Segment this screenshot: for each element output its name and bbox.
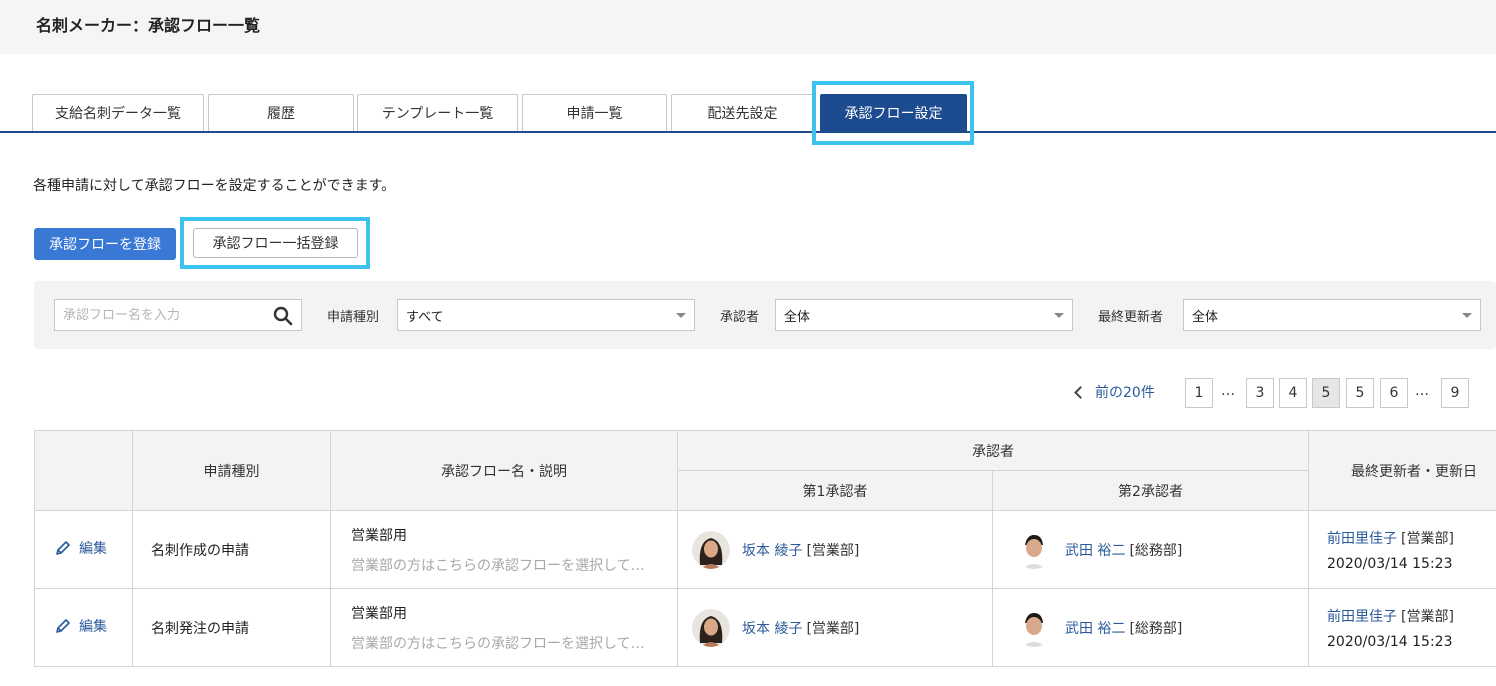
header-edit: [34, 430, 133, 511]
approver-dept: [総務部]: [1129, 620, 1183, 637]
approval-flow-table: 申請種別 承認フロー名・説明 承認者 最終更新者・更新日 第1承認者 第2承認者…: [34, 430, 1496, 667]
updater-filter-select[interactable]: 全体: [1183, 299, 1481, 331]
updater-filter-value: 全体: [1192, 309, 1219, 325]
register-flow-button[interactable]: 承認フローを登録: [34, 228, 176, 260]
avatar: [692, 530, 730, 569]
page-button[interactable]: 3: [1246, 378, 1274, 408]
tabs-underline: [0, 131, 1496, 133]
header-type: 申請種別: [132, 430, 331, 511]
flow-name: 営業部用: [351, 527, 407, 544]
tab-history[interactable]: 履歴: [208, 94, 354, 131]
edit-link[interactable]: 編集: [53, 538, 107, 558]
page-description: 各種申請に対して承認フローを設定することができます。: [33, 178, 396, 194]
avatar: [1015, 530, 1053, 569]
page-title: 名刺メーカー：承認フロー一覧: [36, 16, 261, 35]
bulk-register-button[interactable]: 承認フロー一括登録: [193, 228, 358, 258]
approver-2: 武田 裕二 [総務部]: [993, 608, 1308, 647]
approver-filter-label: 承認者: [720, 310, 760, 325]
approver-dept: [総務部]: [1129, 542, 1183, 559]
approver-name-link[interactable]: 坂本 綾子: [742, 618, 802, 638]
approver-name-link[interactable]: 坂本 綾子: [742, 540, 802, 560]
tab-request-list[interactable]: 申請一覧: [522, 94, 667, 131]
search-icon[interactable]: [273, 306, 293, 326]
chevron-left-icon: [1074, 385, 1087, 399]
pager-prev-label: 前の20件: [1095, 385, 1155, 401]
approver-name-link[interactable]: 武田 裕二: [1065, 618, 1125, 638]
pencil-icon: [56, 540, 70, 555]
tab-delivery-settings[interactable]: 配送先設定: [671, 94, 814, 131]
edit-label: 編集: [79, 540, 107, 557]
pager-prev-link[interactable]: 前の20件: [1072, 382, 1155, 402]
updater-dept: [営業部]: [1401, 608, 1454, 625]
search-box: [54, 299, 302, 331]
caret-down-icon: [1054, 313, 1064, 318]
tab-approval-flow-settings[interactable]: 承認フロー設定: [820, 94, 967, 131]
approver-dept: [営業部]: [806, 542, 860, 559]
type-filter-select[interactable]: すべて: [397, 299, 695, 331]
request-type-cell: 名刺発注の申請: [132, 588, 331, 667]
pencil-icon: [56, 618, 70, 633]
approver-1: 坂本 綾子 [営業部]: [678, 530, 992, 569]
flow-description: 営業部の方はこちらの承認フローを選択して…: [351, 557, 645, 574]
avatar: [692, 608, 730, 647]
updated-at: 2020/03/14 15:23: [1327, 555, 1453, 572]
page-button[interactable]: 5: [1346, 378, 1374, 408]
updater-dept: [営業部]: [1401, 530, 1454, 547]
caret-down-icon: [1462, 313, 1472, 318]
type-filter-value: すべて: [406, 309, 444, 325]
updater-name-link[interactable]: 前田里佳子: [1327, 609, 1397, 625]
approver-filter-value: 全体: [784, 309, 811, 325]
page-button-current[interactable]: 5: [1312, 378, 1340, 408]
request-type-cell: 名刺作成の申請: [132, 510, 331, 589]
header-approver-1: 第1承認者: [677, 470, 993, 511]
approver-1: 坂本 綾子 [営業部]: [678, 608, 992, 647]
page-button[interactable]: 9: [1441, 378, 1469, 408]
header-approver-2: 第2承認者: [992, 470, 1309, 511]
approver-name-link[interactable]: 武田 裕二: [1065, 540, 1125, 560]
caret-down-icon: [676, 313, 686, 318]
avatar: [1015, 608, 1053, 647]
page-button[interactable]: 6: [1380, 378, 1408, 408]
tab-template-list[interactable]: テンプレート一覧: [357, 94, 518, 131]
header-approvers: 承認者: [677, 430, 1309, 471]
page-ellipsis: …: [1415, 383, 1429, 399]
approver-dept: [営業部]: [806, 620, 860, 637]
flow-name: 営業部用: [351, 605, 407, 622]
header-flow: 承認フロー名・説明: [330, 430, 678, 511]
edit-link[interactable]: 編集: [53, 616, 107, 636]
page-button[interactable]: 4: [1279, 378, 1307, 408]
page-button[interactable]: 1: [1185, 378, 1213, 408]
updater-name-link[interactable]: 前田里佳子: [1327, 531, 1397, 547]
type-filter-label: 申請種別: [327, 310, 380, 325]
header-updater: 最終更新者・更新日: [1308, 430, 1496, 511]
page-ellipsis: …: [1221, 383, 1235, 399]
header-bar: 名刺メーカー：承認フロー一覧: [0, 0, 1496, 54]
approver-filter-select[interactable]: 全体: [775, 299, 1073, 331]
flow-description: 営業部の方はこちらの承認フローを選択して…: [351, 635, 645, 652]
table-row: 編集 名刺作成の申請 営業部用 営業部の方はこちらの承認フローを選択して… 坂本…: [34, 510, 1496, 589]
search-input[interactable]: [61, 300, 261, 330]
updated-at: 2020/03/14 15:23: [1327, 633, 1453, 650]
updater-filter-label: 最終更新者: [1098, 310, 1164, 325]
edit-label: 編集: [79, 618, 107, 635]
table-row: 編集 名刺発注の申請 営業部用 営業部の方はこちらの承認フローを選択して… 坂本…: [34, 588, 1496, 667]
tab-card-data-list[interactable]: 支給名刺データ一覧: [32, 94, 204, 131]
approver-2: 武田 裕二 [総務部]: [993, 530, 1308, 569]
